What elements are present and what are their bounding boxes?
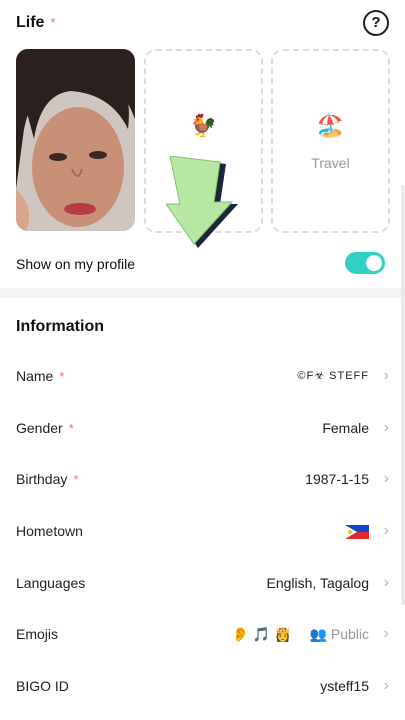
chevron-right-icon: › (383, 574, 389, 591)
emoji-list: 👂 🎵 👸 (231, 626, 292, 642)
information-title: Information (16, 318, 104, 335)
show-on-profile-toggle[interactable] (345, 252, 385, 274)
section-divider (0, 288, 405, 298)
emojis-value: 👂 🎵 👸 👥 Public (232, 619, 369, 649)
show-on-profile-row: Show on my profile (16, 250, 389, 278)
life-slot-travel[interactable]: 🏖️ Travel (271, 49, 390, 233)
chevron-right-icon: › (383, 677, 389, 694)
hometown-row[interactable]: Hometown › (16, 516, 389, 546)
languages-label: Languages (16, 575, 86, 591)
name-label: Name * (16, 368, 65, 384)
bigo-id-value: ysteff15 (320, 678, 369, 694)
hometown-value (345, 516, 369, 546)
help-icon[interactable]: ? (363, 10, 389, 36)
down-arrow-overlay-icon (166, 156, 238, 248)
bigo-id-row[interactable]: BIGO ID ysteff15 › (16, 671, 389, 701)
hometown-label: Hometown (16, 523, 83, 539)
beach-umbrella-icon: 🏖️ (316, 113, 345, 138)
travel-label: Travel (311, 155, 350, 171)
chevron-right-icon: › (383, 470, 389, 487)
profile-photo-image (16, 49, 135, 231)
birthday-row[interactable]: Birthday * 1987-1-15 › (16, 464, 389, 494)
languages-value: English, Tagalog (266, 575, 369, 591)
emojis-row[interactable]: Emojis 👂 🎵 👸 👥 Public › (16, 619, 389, 649)
bigo-id-label: BIGO ID (16, 678, 69, 694)
required-mark: * (50, 15, 56, 30)
birthday-label: Birthday * (16, 471, 79, 487)
gender-value: Female (322, 420, 369, 436)
users-icon: 👥 (309, 626, 327, 642)
emojis-label: Emojis (16, 626, 59, 642)
languages-row[interactable]: Languages English, Tagalog › (16, 568, 389, 598)
name-value: ©F☣ STEFF (297, 370, 369, 382)
scrollbar[interactable] (401, 185, 405, 605)
philippines-flag-icon (345, 525, 369, 540)
birthday-value: 1987-1-15 (305, 471, 369, 487)
show-on-profile-label: Show on my profile (16, 256, 136, 272)
life-section-header: Life * ? (16, 10, 389, 36)
toggle-knob (366, 255, 382, 271)
name-row[interactable]: Name * ©F☣ STEFF › (16, 361, 389, 391)
chevron-right-icon: › (383, 367, 389, 384)
privacy-label: Public (330, 626, 369, 642)
chevron-right-icon: › (383, 522, 389, 539)
chevron-right-icon: › (383, 419, 389, 436)
life-title: Life (16, 14, 45, 31)
profile-photo[interactable] (16, 49, 135, 231)
gender-row[interactable]: Gender * Female › (16, 413, 389, 443)
gender-label: Gender * (16, 420, 74, 436)
rooster-emoji-icon: 🐓 (189, 113, 218, 138)
chevron-right-icon: › (383, 625, 389, 642)
